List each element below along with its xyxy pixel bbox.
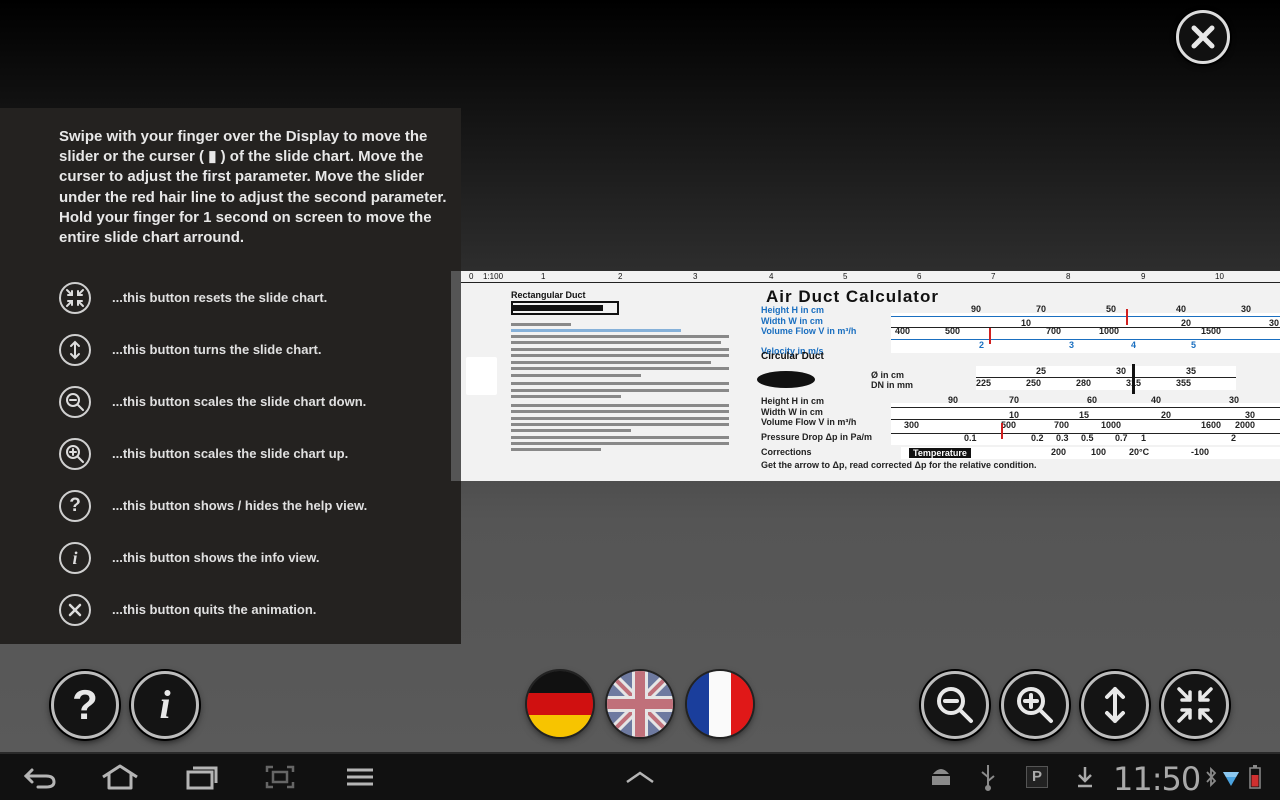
red-hairline-marker — [1126, 309, 1128, 325]
help-row-quit: ...this button quits the animation. — [59, 594, 459, 628]
system-navigation-bar: P 11:50 — [0, 752, 1280, 800]
red-hairline-marker — [1001, 423, 1003, 439]
red-hairline-marker — [989, 328, 991, 344]
help-icon: ? — [72, 681, 98, 728]
screenshot-button[interactable] — [260, 754, 300, 800]
clock: 11:50 — [1113, 760, 1201, 798]
info-icon: i — [59, 542, 91, 574]
turn-icon — [1105, 687, 1125, 723]
home-button[interactable] — [98, 754, 142, 800]
circular-duct-diagram — [757, 371, 815, 388]
reset-button[interactable] — [1161, 671, 1229, 739]
close-icon — [1191, 25, 1215, 49]
help-row-label: ...this button turns the slide chart. — [112, 342, 322, 357]
download-icon — [1073, 754, 1097, 800]
menu-button[interactable] — [340, 754, 380, 800]
quit-icon — [59, 594, 91, 626]
help-row-info: i ...this button shows the info view. — [59, 542, 459, 576]
help-row-label: ...this button shows / hides the help vi… — [112, 498, 368, 513]
help-row-zoom-in: ...this button scales the slide chart up… — [59, 438, 459, 472]
temperature-scale: Temperature 200 100 20°C -100 — [901, 447, 1280, 459]
zoom-out-icon — [59, 386, 91, 418]
expand-tray-button[interactable] — [620, 754, 660, 800]
chevron-up-icon — [626, 771, 654, 784]
help-button[interactable]: ? — [51, 671, 119, 739]
parking-notification-icon: P — [1025, 754, 1049, 800]
wifi-icon — [1221, 754, 1241, 800]
help-icon: ? — [59, 490, 91, 522]
zoom-out-icon — [937, 687, 973, 723]
recent-apps-button[interactable] — [182, 754, 222, 800]
screenshot-icon — [265, 765, 295, 789]
turn-button[interactable] — [1081, 671, 1149, 739]
dn-scale: 225 250 280 315 355 25 30 35 — [976, 366, 1236, 390]
menu-icon — [347, 768, 373, 786]
rectangular-duct-title: Rectangular Duct — [511, 290, 586, 300]
usb-icon — [975, 754, 1001, 800]
info-button[interactable]: i — [131, 671, 199, 739]
zoom-out-button[interactable] — [921, 671, 989, 739]
reset-icon — [1177, 687, 1213, 723]
help-row-label: ...this button quits the animation. — [112, 602, 317, 617]
info-icon: i — [159, 682, 171, 727]
help-row-turn: ...this button turns the slide chart. — [59, 334, 459, 368]
slide-chart-card[interactable]: 0 1:100 1 2 3 4 5 6 7 8 9 10 Rectangular… — [461, 271, 1280, 481]
zoom-in-icon — [59, 438, 91, 470]
help-row-label: ...this button scales the slide chart do… — [112, 394, 367, 409]
english-flag-button[interactable] — [607, 671, 673, 737]
reset-icon — [59, 282, 91, 314]
circular-duct-title: Circular Duct — [761, 351, 824, 362]
help-row-zoom-out: ...this button scales the slide chart do… — [59, 386, 459, 420]
help-row-label: ...this button scales the slide chart up… — [112, 446, 349, 461]
battery-icon — [1246, 754, 1264, 800]
help-row-label: ...this button resets the slide chart. — [112, 290, 328, 305]
zoom-in-icon — [1017, 687, 1053, 723]
cursor-marker[interactable] — [1132, 364, 1135, 394]
recent-apps-icon — [186, 766, 218, 790]
help-intro-text: Swipe with your finger over the Display … — [59, 128, 447, 247]
french-flag-button[interactable] — [687, 671, 753, 737]
turn-icon — [59, 334, 91, 366]
help-row-reset: ...this button resets the slide chart. — [59, 282, 459, 316]
duct-diagram — [511, 301, 619, 315]
home-icon — [102, 764, 138, 790]
zoom-in-button[interactable] — [1001, 671, 1069, 739]
chart-title: Air Duct Calculator — [766, 287, 939, 306]
uk-flag-icon — [607, 671, 673, 737]
slider-handle[interactable] — [466, 357, 497, 395]
bluetooth-icon — [1203, 754, 1219, 800]
slide-chart[interactable]: 0 1:100 1 2 3 4 5 6 7 8 9 10 Rectangular… — [451, 271, 1280, 481]
back-button[interactable] — [20, 754, 60, 800]
back-icon — [23, 768, 56, 789]
help-row-label: ...this button shows the info view. — [112, 550, 320, 565]
help-row-help: ? ...this button shows / hides the help … — [59, 490, 459, 524]
android-debug-icon — [925, 754, 957, 800]
german-flag-button[interactable] — [527, 671, 593, 737]
help-panel: Swipe with your finger over the Display … — [0, 108, 461, 644]
close-button[interactable] — [1176, 10, 1230, 64]
